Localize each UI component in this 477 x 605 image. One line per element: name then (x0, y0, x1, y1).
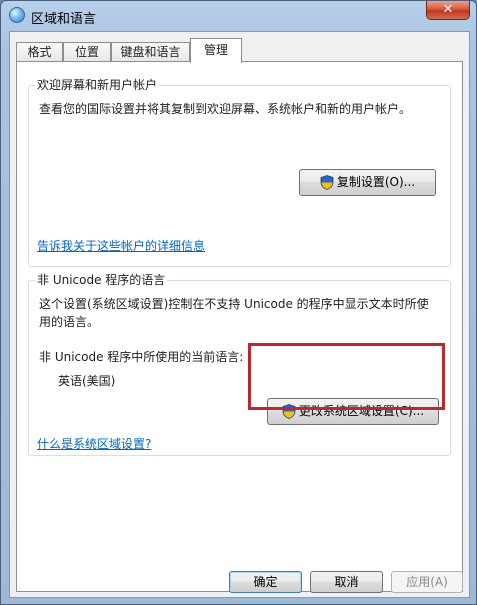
current-language-label: 非 Unicode 程序中所使用的当前语言: (39, 350, 244, 364)
cancel-button[interactable]: 取消 (310, 571, 383, 593)
annotation-highlight-box (248, 343, 445, 410)
apply-button[interactable]: 应用(A) (391, 571, 463, 593)
welcome-group-title: 欢迎屏幕和新用户帐户 (35, 76, 160, 93)
tab-keyboards-languages[interactable]: 键盘和语言 (111, 42, 190, 62)
copy-settings-label: 复制设置(O)... (336, 175, 416, 189)
tab-panel-administrative: 欢迎屏幕和新用户帐户 查看您的国际设置并将其复制到欢迎屏幕、系统帐户和新的用户帐… (16, 61, 463, 592)
welcome-accounts-link[interactable]: 告诉我关于这些帐户的详细信息 (37, 237, 205, 254)
window-title: 区域和语言 (31, 12, 97, 27)
dialog-client: 格式 位置 键盘和语言 管理 欢迎屏幕和新用户帐户 查看您的国际设置并将其复制到… (9, 31, 470, 598)
welcome-description: 查看您的国际设置并将其复制到欢迎屏幕、系统帐户和新的用户帐户。 (39, 102, 412, 116)
uac-shield-icon (320, 175, 334, 190)
ok-button[interactable]: 确定 (229, 571, 302, 593)
tab-location[interactable]: 位置 (63, 42, 111, 62)
tab-formats[interactable]: 格式 (16, 42, 63, 62)
system-locale-help-link[interactable]: 什么是系统区域设置? (37, 435, 151, 452)
region-language-window: 区域和语言 ✕ 格式 位置 键盘和语言 管理 欢迎屏幕和新用户帐户 查看您的国际… (0, 0, 477, 605)
title-bar[interactable]: 区域和语言 ✕ (1, 1, 476, 31)
globe-icon (9, 7, 25, 23)
current-language-value: 英语(美国) (58, 374, 116, 388)
non-unicode-description: 这个设置(系统区域设置)控制在不支持 Unicode 的程序中显示文本时所使用的… (39, 297, 429, 329)
copy-settings-button[interactable]: 复制设置(O)... (299, 169, 436, 196)
non-unicode-group-title: 非 Unicode 程序的语言 (35, 271, 168, 288)
close-button[interactable]: ✕ (426, 1, 470, 20)
tab-administrative[interactable]: 管理 (190, 38, 242, 63)
